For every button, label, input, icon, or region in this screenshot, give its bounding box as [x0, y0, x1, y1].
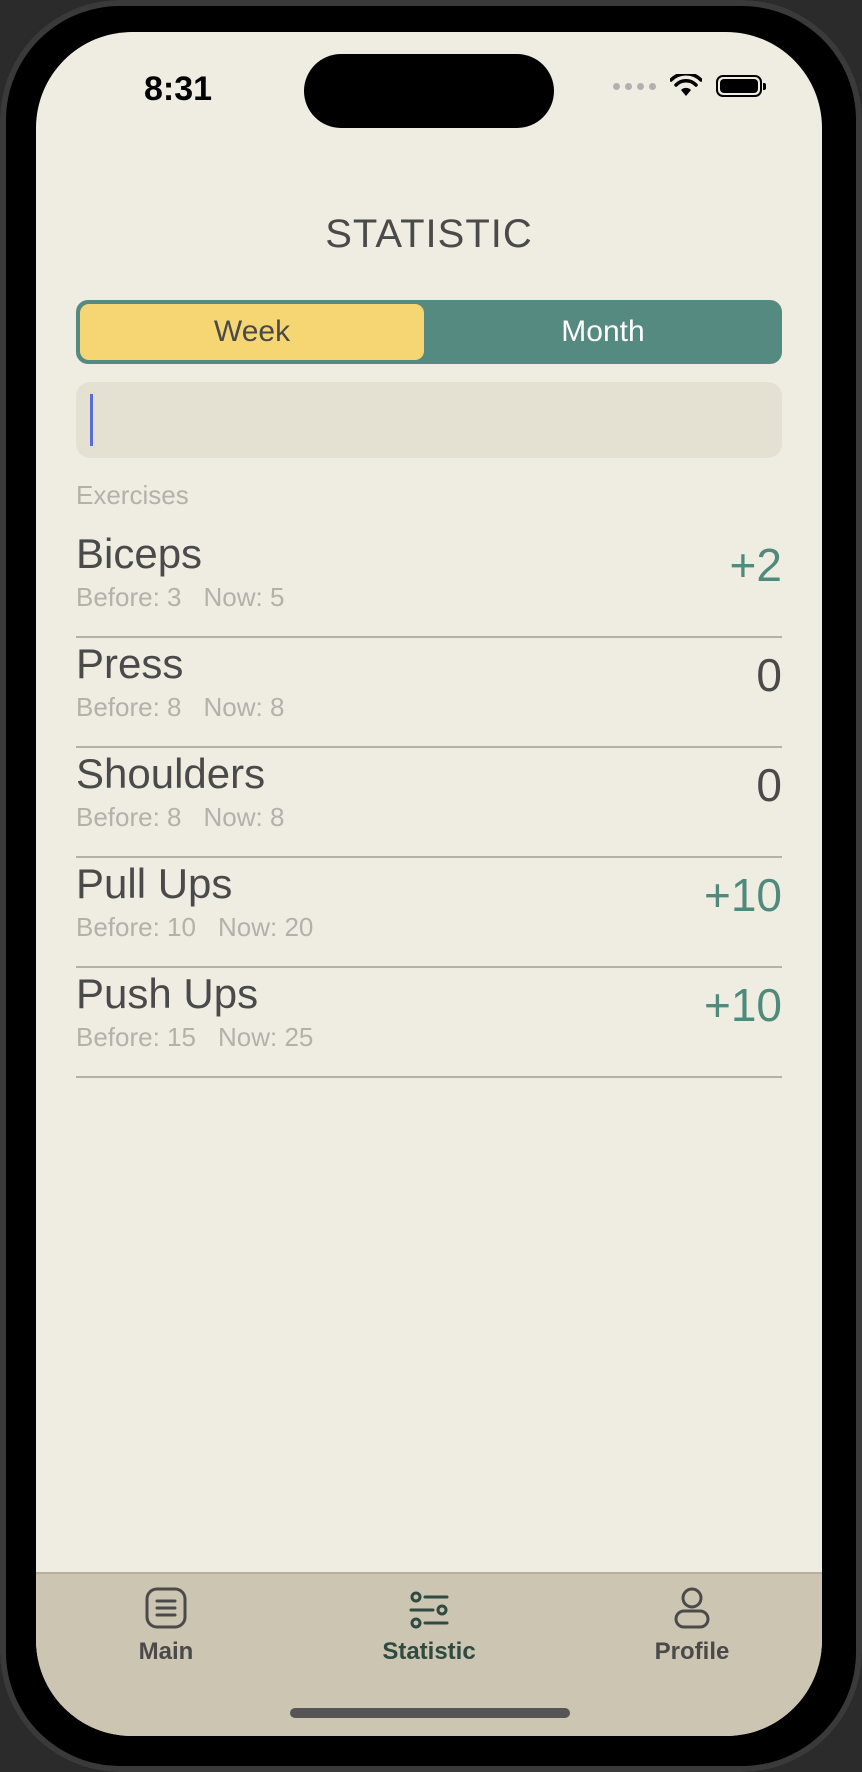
exercise-stats: Before: 8 Now: 8: [76, 802, 284, 833]
tab-profile[interactable]: Profile: [592, 1586, 792, 1666]
sliders-icon: [409, 1591, 449, 1629]
now-value: Now: 20: [217, 912, 314, 942]
exercise-stats: Before: 15 Now: 25: [76, 1022, 313, 1053]
text-cursor: [90, 394, 93, 446]
home-indicator[interactable]: [290, 1708, 570, 1718]
list-icon: [145, 1587, 187, 1629]
now-value: Now: 25: [217, 1022, 314, 1052]
tab-bar: Main Statistic Profile: [36, 1572, 822, 1736]
screen: 8:31 STATISTIC Week Month Exercises Bice…: [36, 32, 822, 1736]
before-value: Before: 15: [76, 1022, 196, 1052]
person-icon: [674, 1587, 710, 1629]
tab-statistic[interactable]: Statistic: [329, 1586, 529, 1666]
exercise-name: Pull Ups: [76, 860, 233, 907]
list-item[interactable]: Biceps Before: 3 Now: 5 +2: [76, 530, 782, 638]
delta-value: +10: [703, 979, 782, 1031]
delta-value: +10: [703, 869, 782, 921]
before-value: Before: 10: [76, 912, 196, 942]
device-frame: 8:31 STATISTIC Week Month Exercises Bice…: [0, 0, 862, 1772]
battery-icon: [716, 75, 766, 97]
dynamic-island: [304, 54, 554, 128]
search-input[interactable]: [76, 382, 782, 458]
section-label: Exercises: [76, 480, 189, 510]
tab-label: Main: [138, 1638, 194, 1665]
tab-label: Profile: [654, 1638, 730, 1665]
exercise-stats: Before: 8 Now: 8: [76, 692, 284, 723]
list-item[interactable]: Shoulders Before: 8 Now: 8 0: [76, 750, 782, 858]
now-value: Now: 5: [203, 582, 285, 612]
before-value: Before: 8: [76, 692, 182, 722]
list-item[interactable]: Press Before: 8 Now: 8 0: [76, 640, 782, 748]
page-title: STATISTIC: [325, 212, 533, 256]
delta-value: +2: [729, 539, 782, 591]
list-item[interactable]: Pull Ups Before: 10 Now: 20 +10: [76, 860, 782, 968]
now-value: Now: 8: [203, 692, 285, 722]
status-icons: [613, 74, 766, 98]
list-item[interactable]: Push Ups Before: 15 Now: 25 +10: [76, 970, 782, 1078]
tab-main[interactable]: Main: [66, 1586, 266, 1666]
exercise-list: Biceps Before: 3 Now: 5 +2 Press Before:…: [76, 530, 782, 1080]
exercise-name: Shoulders: [76, 750, 266, 797]
delta-value: 0: [756, 649, 782, 701]
exercise-name: Press: [76, 640, 184, 687]
before-value: Before: 8: [76, 802, 182, 832]
exercise-stats: Before: 3 Now: 5: [76, 582, 284, 613]
before-value: Before: 3: [76, 582, 182, 612]
exercise-name: Biceps: [76, 530, 203, 577]
delta-value: 0: [756, 759, 782, 811]
exercise-stats: Before: 10 Now: 20: [76, 912, 313, 943]
cellular-signal-icon: [613, 82, 656, 90]
wifi-icon: [670, 74, 702, 96]
segment-month[interactable]: Month: [428, 304, 778, 360]
period-segmented-control: Week Month: [76, 300, 782, 364]
exercise-name: Push Ups: [76, 970, 259, 1017]
status-time: 8:31: [144, 70, 213, 108]
segment-week[interactable]: Week: [80, 304, 424, 360]
now-value: Now: 8: [203, 802, 285, 832]
tab-label: Statistic: [382, 1638, 476, 1665]
